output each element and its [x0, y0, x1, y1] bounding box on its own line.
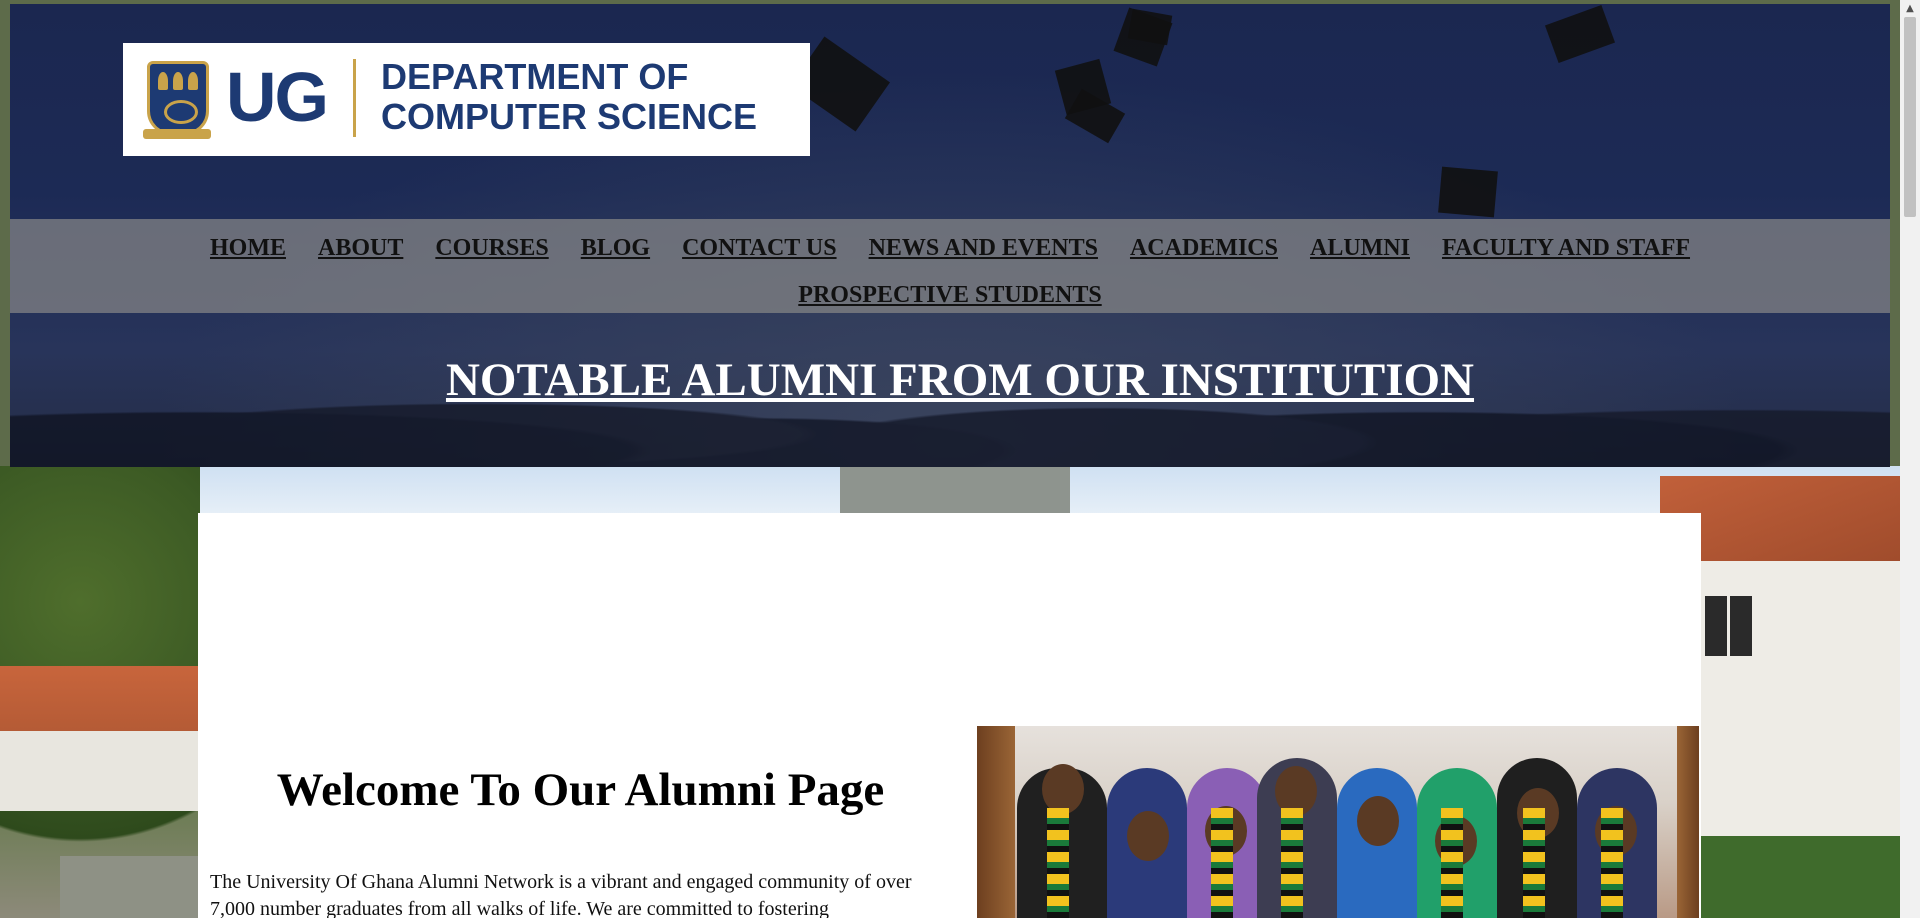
- alumni-content-panel: Welcome To Our Alumni Page The Universit…: [198, 513, 1701, 918]
- logo-divider: [353, 59, 356, 137]
- nav-link-contact-us[interactable]: CONTACT US: [682, 225, 836, 272]
- nav-link-prospective-students[interactable]: PROSPECTIVE STUDENTS: [798, 272, 1101, 319]
- nav-link-courses[interactable]: COURSES: [435, 225, 548, 272]
- scrollbar-thumb[interactable]: [1904, 17, 1916, 217]
- nav-link-academics[interactable]: ACADEMICS: [1130, 225, 1278, 272]
- logo-department-line2: COMPUTER SCIENCE: [381, 96, 758, 137]
- graduation-cap-decoration: [1438, 166, 1498, 218]
- crest-ribbon: [143, 129, 211, 139]
- hero-title: NOTABLE ALUMNI FROM OUR INSTITUTION: [445, 354, 1475, 406]
- alumni-intro-text: The University Of Ghana Alumni Network i…: [210, 871, 912, 918]
- nav-link-home[interactable]: HOME: [210, 225, 286, 272]
- logo-initials: UG: [226, 58, 329, 136]
- alumni-group-photo: [977, 726, 1699, 918]
- main-navigation: HOME ABOUT COURSES BLOG CONTACT US NEWS AND E…: [10, 219, 1890, 313]
- nav-link-news-and-events[interactable]: NEWS AND EVENTS: [869, 225, 1098, 272]
- logo-department-line1: DEPARTMENT OF: [381, 56, 689, 97]
- ug-logo[interactable]: UG DEPARTMENT OF COMPUTER SCIENCE: [123, 43, 810, 156]
- nav-link-blog[interactable]: BLOG: [581, 225, 650, 272]
- logo-department-name: DEPARTMENT OF COMPUTER SCIENCE: [381, 57, 757, 137]
- ug-crest-icon: [147, 61, 209, 135]
- nav-link-about[interactable]: ABOUT: [318, 225, 403, 272]
- nav-link-faculty-and-staff[interactable]: FACULTY AND STAFF: [1442, 225, 1690, 272]
- nav-link-alumni[interactable]: ALUMNI: [1310, 225, 1410, 272]
- page-scrollbar[interactable]: ▲: [1900, 0, 1920, 918]
- welcome-heading: Welcome To Our Alumni Page: [276, 764, 885, 816]
- scroll-up-arrow-icon[interactable]: ▲: [1900, 0, 1920, 17]
- graduation-cap-decoration: [1544, 4, 1616, 64]
